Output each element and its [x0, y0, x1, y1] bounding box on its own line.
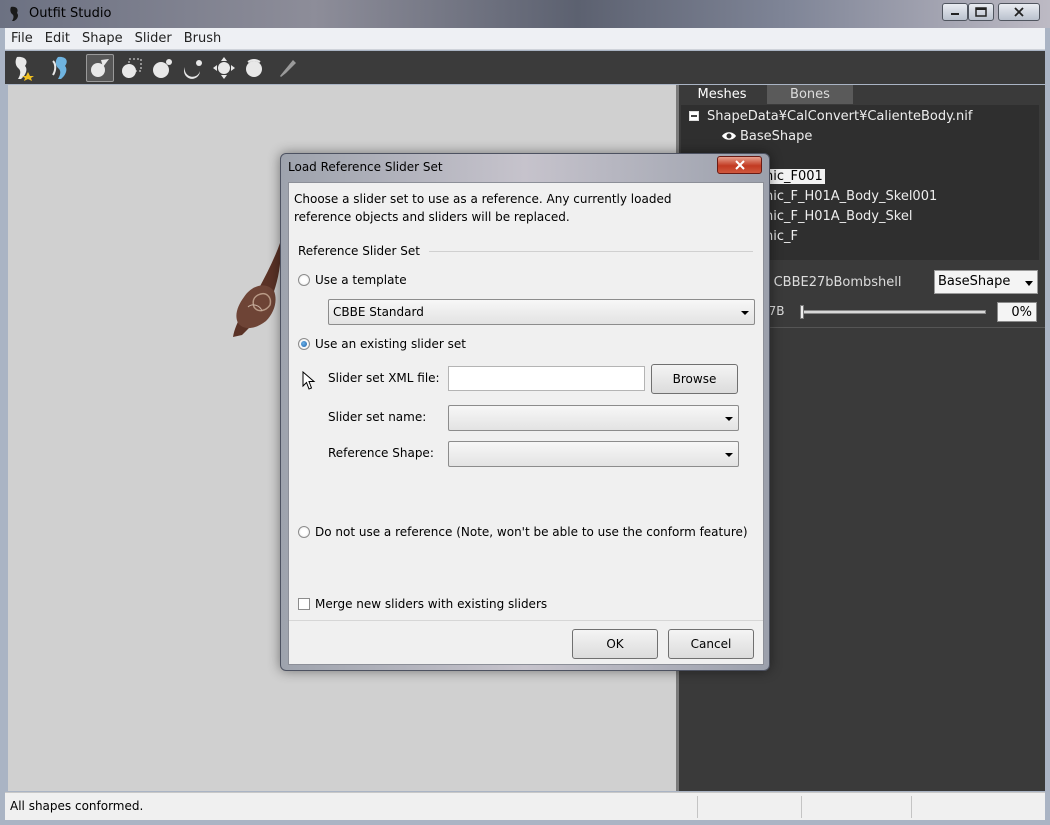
no-reference-radio[interactable] — [298, 526, 310, 538]
minimize-button[interactable] — [942, 3, 968, 21]
outfit-studio-app-icon — [10, 6, 18, 22]
tree-item[interactable]: nic_F001 — [763, 167, 825, 185]
deflate-brush-button[interactable] — [179, 54, 207, 82]
collapse-icon[interactable] — [689, 111, 699, 121]
set-name-select[interactable] — [448, 405, 739, 431]
menu-file[interactable]: File — [5, 31, 39, 46]
chevron-down-icon — [1025, 281, 1033, 286]
browse-button[interactable]: Browse — [651, 364, 738, 394]
mouse-pointer-icon — [302, 371, 316, 390]
toolbar — [5, 51, 1045, 84]
panel-tabs: Meshes Bones — [679, 85, 1045, 104]
tree-root-label: ShapeData¥CalConvert¥CalienteBody.nif — [707, 108, 973, 124]
dialog-description: Choose a slider set to use as a referenc… — [294, 190, 694, 226]
select-brush-button[interactable] — [86, 54, 114, 82]
inflate-brush-button[interactable] — [149, 54, 177, 82]
ok-button[interactable]: OK — [572, 629, 658, 659]
outfit-tool-button[interactable] — [9, 54, 37, 82]
maximize-button[interactable] — [968, 3, 994, 21]
ref-shape-select[interactable] — [448, 441, 739, 467]
slider-track[interactable] — [802, 310, 986, 314]
move-brush-button[interactable] — [210, 54, 238, 82]
ref-shape-label: Reference Shape: — [328, 446, 434, 460]
group-divider — [429, 251, 753, 252]
use-template-radio[interactable] — [298, 274, 310, 286]
tree-item[interactable]: nic_F_H01A_Body_Skel001 — [765, 187, 937, 205]
dialog-body: Choose a slider set to use as a referenc… — [288, 182, 764, 665]
base-shape-label: BaseShape — [740, 128, 813, 144]
load-reference-dialog: Load Reference Slider Set Choose a slide… — [280, 153, 770, 671]
group-label: Reference Slider Set — [298, 244, 420, 258]
menu-edit[interactable]: Edit — [39, 31, 76, 46]
status-bar: All shapes conformed. — [5, 792, 1045, 820]
select-brush-icon — [91, 59, 109, 77]
merge-sliders-label[interactable]: Merge new sliders with existing sliders — [315, 597, 547, 611]
minimize-icon — [951, 13, 959, 15]
tree-item-label: nic_F_H01A_Body_Skel — [765, 208, 913, 224]
slider-percent[interactable]: 0% — [997, 302, 1037, 322]
menu-slider[interactable]: Slider — [129, 31, 178, 46]
tab-meshes[interactable]: Meshes — [679, 85, 765, 104]
use-template-label[interactable]: Use a template — [315, 273, 407, 287]
tree-item-label: nic_F_H01A_Body_Skel001 — [765, 188, 938, 204]
use-existing-label[interactable]: Use an existing slider set — [315, 337, 466, 351]
window-title-bar: Outfit Studio — [0, 0, 1050, 28]
dialog-description-line: Choose a slider set to use as a referenc… — [294, 192, 672, 206]
status-text: All shapes conformed. — [10, 799, 144, 813]
mask-icon — [122, 58, 142, 78]
weight-brush-button[interactable] — [273, 54, 301, 82]
maximize-icon — [975, 7, 987, 17]
dialog-title: Load Reference Slider Set — [288, 160, 443, 174]
mask-button[interactable] — [118, 54, 146, 82]
conform-label: rt CBBE27bBombshell — [759, 275, 902, 290]
weight-brush-icon — [280, 60, 296, 77]
menu-shape[interactable]: Shape — [76, 31, 129, 46]
smooth-brush-icon — [246, 59, 262, 77]
smooth-brush-button[interactable] — [240, 54, 268, 82]
slider-thumb[interactable] — [800, 305, 804, 319]
template-select[interactable]: CBBE Standard — [328, 299, 755, 325]
shape-select[interactable]: BaseShape — [934, 270, 1038, 294]
xml-file-input[interactable] — [448, 366, 645, 391]
no-reference-label[interactable]: Do not use a reference (Note, won't be a… — [315, 525, 748, 539]
status-separator — [697, 796, 698, 818]
menu-brush[interactable]: Brush — [178, 31, 228, 46]
template-select-value: CBBE Standard — [333, 305, 424, 319]
tree-item-label: nic_F001 — [763, 168, 825, 184]
status-separator — [911, 796, 912, 818]
inflate-brush-icon — [153, 59, 172, 78]
window-title: Outfit Studio — [29, 6, 112, 21]
close-window-button[interactable] — [998, 3, 1040, 21]
cancel-button[interactable]: Cancel — [668, 629, 754, 659]
dialog-description-line: reference objects and sliders will be re… — [294, 210, 570, 224]
set-name-label: Slider set name: — [328, 410, 427, 424]
close-icon — [734, 160, 745, 170]
status-separator — [801, 796, 802, 818]
menu-bar: File Edit Shape Slider Brush — [5, 28, 1045, 50]
merge-sliders-checkbox[interactable] — [298, 598, 310, 610]
chevron-down-icon — [725, 417, 733, 421]
close-icon — [1014, 7, 1024, 17]
xml-file-label: Slider set XML file: — [328, 371, 440, 385]
tab-bones[interactable]: Bones — [767, 85, 853, 104]
tree-root[interactable]: ShapeData¥CalConvert¥CalienteBody.nif — [689, 107, 972, 125]
outfit-tool-icon — [15, 56, 34, 81]
footer-divider — [289, 620, 763, 621]
move-brush-icon — [213, 57, 235, 79]
dialog-close-button[interactable] — [717, 156, 762, 174]
use-existing-radio[interactable] — [298, 338, 310, 350]
chevron-down-icon — [741, 311, 749, 315]
shape-tool-button[interactable] — [48, 54, 76, 82]
chevron-down-icon — [725, 453, 733, 457]
shape-tool-icon — [52, 56, 67, 79]
eye-icon[interactable] — [721, 130, 737, 142]
deflate-brush-icon — [184, 60, 202, 79]
shape-select-value: BaseShape — [938, 274, 1011, 289]
tree-item[interactable]: nic_F_H01A_Body_Skel — [765, 207, 912, 225]
tree-item-base-shape[interactable]: BaseShape — [721, 127, 812, 145]
